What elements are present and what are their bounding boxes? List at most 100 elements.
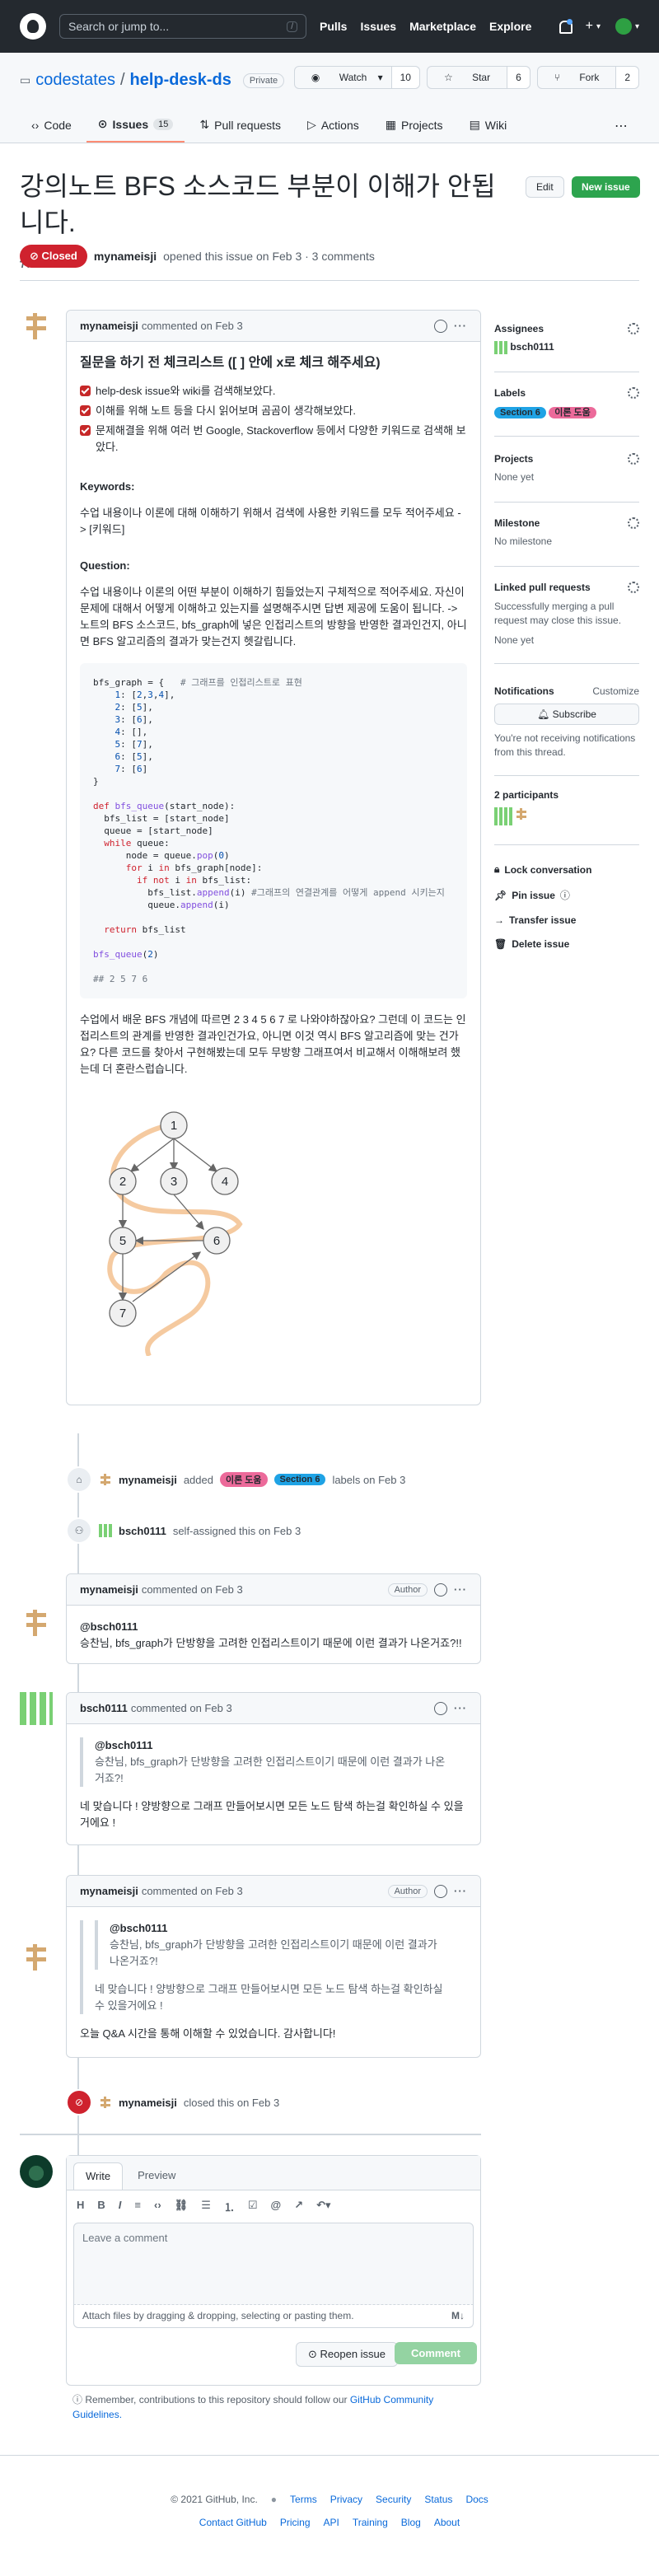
nav-issues[interactable]: Issues — [360, 20, 396, 33]
customize-link[interactable]: Customize — [592, 685, 639, 697]
tab-actions[interactable]: ▷ Actions — [296, 107, 371, 143]
issue-opener[interactable]: mynameisji — [94, 250, 157, 263]
event-user[interactable]: bsch0111 — [119, 1525, 166, 1537]
assignee-item[interactable]: bsch0111 — [494, 341, 639, 354]
repo-owner-link[interactable]: codestates — [35, 71, 115, 90]
mention-link[interactable]: @bsch0111 — [95, 1737, 456, 1754]
footer-link-pricing[interactable]: Pricing — [280, 2517, 311, 2528]
nav-pulls[interactable]: Pulls — [320, 20, 347, 33]
tab-projects[interactable]: ▦ Projects — [374, 107, 455, 143]
footer-link-docs[interactable]: Docs — [465, 2494, 488, 2505]
comment-author[interactable]: mynameisji — [80, 320, 138, 332]
gear-icon[interactable] — [628, 453, 639, 465]
numbered-list-icon[interactable]: ⒈ — [224, 2199, 235, 2214]
footer-link-status[interactable]: Status — [424, 2494, 452, 2505]
author-avatar[interactable] — [20, 1692, 53, 1725]
smiley-icon[interactable] — [434, 1884, 447, 1898]
event-avatar[interactable] — [99, 2096, 112, 2109]
search-input[interactable]: Search or jump to... / — [59, 14, 306, 39]
event-avatar[interactable] — [99, 1473, 112, 1486]
fork-button[interactable]: ⑂ Fork 2 — [536, 66, 639, 89]
reopen-issue-button[interactable]: ⊙ Reopen issue — [296, 2342, 399, 2367]
create-new-caret-icon[interactable]: ▾ — [596, 22, 601, 31]
reference-icon[interactable]: ↗ — [294, 2199, 303, 2214]
event-avatar[interactable] — [99, 1524, 112, 1537]
notification-bell-icon[interactable] — [558, 19, 573, 34]
reply-icon[interactable]: ↶▾ — [316, 2199, 330, 2214]
lock-conversation[interactable]: 🔒︎ Lock conversation — [494, 863, 639, 876]
footer-link-contact[interactable]: Contact GitHub — [199, 2517, 267, 2528]
comment-submit-button[interactable]: Comment — [395, 2342, 477, 2364]
code-icon[interactable]: ‹› — [154, 2199, 161, 2214]
footer-link-security[interactable]: Security — [376, 2494, 411, 2505]
star-button[interactable]: ☆ Star 6 — [426, 66, 530, 89]
kebab-menu-icon[interactable]: ··· — [454, 1702, 467, 1714]
participant-avatar[interactable] — [494, 807, 512, 825]
tab-write[interactable]: Write — [73, 2162, 124, 2190]
more-tabs-icon[interactable]: ⋯ — [603, 107, 639, 143]
delete-issue[interactable]: 🗑︎ Delete issue — [494, 938, 639, 950]
footer-link-blog[interactable]: Blog — [401, 2517, 421, 2528]
nav-marketplace[interactable]: Marketplace — [409, 20, 476, 33]
pin-issue[interactable]: 📌︎ Pin issue ⓘ — [494, 888, 639, 902]
create-new-plus-icon[interactable]: + — [586, 19, 593, 34]
label-theory-help[interactable]: 이론 도움 — [219, 1472, 268, 1487]
link-icon[interactable]: ⛓︎ — [175, 2199, 189, 2214]
footer-link-privacy[interactable]: Privacy — [330, 2494, 362, 2505]
projects-title-row[interactable]: Projects — [494, 453, 639, 465]
footer-link-api[interactable]: API — [324, 2517, 339, 2528]
tab-issues[interactable]: ⊙ Issues 15 — [86, 107, 185, 143]
linked-title-row[interactable]: Linked pull requests — [494, 582, 639, 593]
heading-icon[interactable]: H — [77, 2199, 84, 2214]
watch-count[interactable]: 10 — [390, 67, 419, 88]
italic-icon[interactable]: I — [119, 2199, 122, 2214]
github-mark-icon[interactable]: ● — [271, 2494, 277, 2505]
watch-button[interactable]: ◉ Watch ▾ 10 — [293, 66, 420, 89]
kebab-menu-icon[interactable]: ··· — [454, 1583, 467, 1596]
label-section-6[interactable]: Section 6 — [273, 1474, 326, 1485]
comment-author[interactable]: bsch0111 — [80, 1702, 128, 1714]
bullet-list-icon[interactable]: ☰ — [201, 2199, 211, 2214]
kebab-menu-icon[interactable]: ··· — [454, 320, 467, 332]
comment-author[interactable]: mynameisji — [80, 1583, 138, 1596]
nav-explore[interactable]: Explore — [489, 20, 531, 33]
footer-link-about[interactable]: About — [434, 2517, 460, 2528]
attach-files-bar[interactable]: Attach files by dragging & dropping, sel… — [73, 2305, 474, 2328]
comment-textarea[interactable]: Leave a comment — [73, 2223, 474, 2305]
user-menu-caret-icon[interactable]: ▾ — [635, 22, 639, 31]
fork-count[interactable]: 2 — [615, 67, 638, 88]
kebab-menu-icon[interactable]: ··· — [454, 1885, 467, 1897]
star-count[interactable]: 6 — [507, 67, 530, 88]
event-user[interactable]: mynameisji — [119, 1474, 177, 1486]
label-section-6[interactable]: Section 6 — [494, 407, 546, 418]
mention-icon[interactable]: @ — [271, 2199, 282, 2214]
tab-wiki[interactable]: ▤ Wiki — [458, 107, 519, 143]
smiley-icon[interactable] — [434, 319, 447, 333]
current-user-avatar[interactable] — [20, 2155, 53, 2188]
new-issue-button[interactable]: New issue — [572, 176, 640, 198]
user-avatar[interactable] — [615, 18, 632, 35]
labels-title-row[interactable]: Labels — [494, 387, 639, 399]
repo-name-link[interactable]: help-desk-ds — [130, 71, 231, 90]
tab-preview[interactable]: Preview — [126, 2162, 187, 2190]
github-logo-icon[interactable] — [20, 13, 46, 40]
participant-avatar[interactable] — [515, 807, 533, 825]
tab-code[interactable]: ‹› Code — [20, 107, 83, 143]
milestone-title-row[interactable]: Milestone — [494, 517, 639, 529]
task-list-icon[interactable]: ☑ — [248, 2199, 258, 2214]
label-theory-help[interactable]: 이론 도움 — [549, 407, 596, 418]
gear-icon[interactable] — [628, 582, 639, 593]
edit-title-button[interactable]: Edit — [526, 176, 564, 198]
gear-icon[interactable] — [628, 323, 639, 334]
gear-icon[interactable] — [628, 387, 639, 399]
subscribe-button[interactable]: 🔔︎ Subscribe — [494, 704, 639, 725]
smiley-icon[interactable] — [434, 1701, 447, 1715]
tab-pull-requests[interactable]: ⇅ Pull requests — [188, 107, 292, 143]
quote-icon[interactable]: ≡ — [134, 2199, 141, 2214]
footer-link-training[interactable]: Training — [353, 2517, 388, 2528]
footer-link-terms[interactable]: Terms — [290, 2494, 317, 2505]
assignees-title-row[interactable]: Assignees — [494, 323, 639, 334]
author-avatar[interactable] — [20, 310, 53, 343]
comment-author[interactable]: mynameisji — [80, 1885, 138, 1897]
author-avatar[interactable] — [20, 1606, 53, 1639]
